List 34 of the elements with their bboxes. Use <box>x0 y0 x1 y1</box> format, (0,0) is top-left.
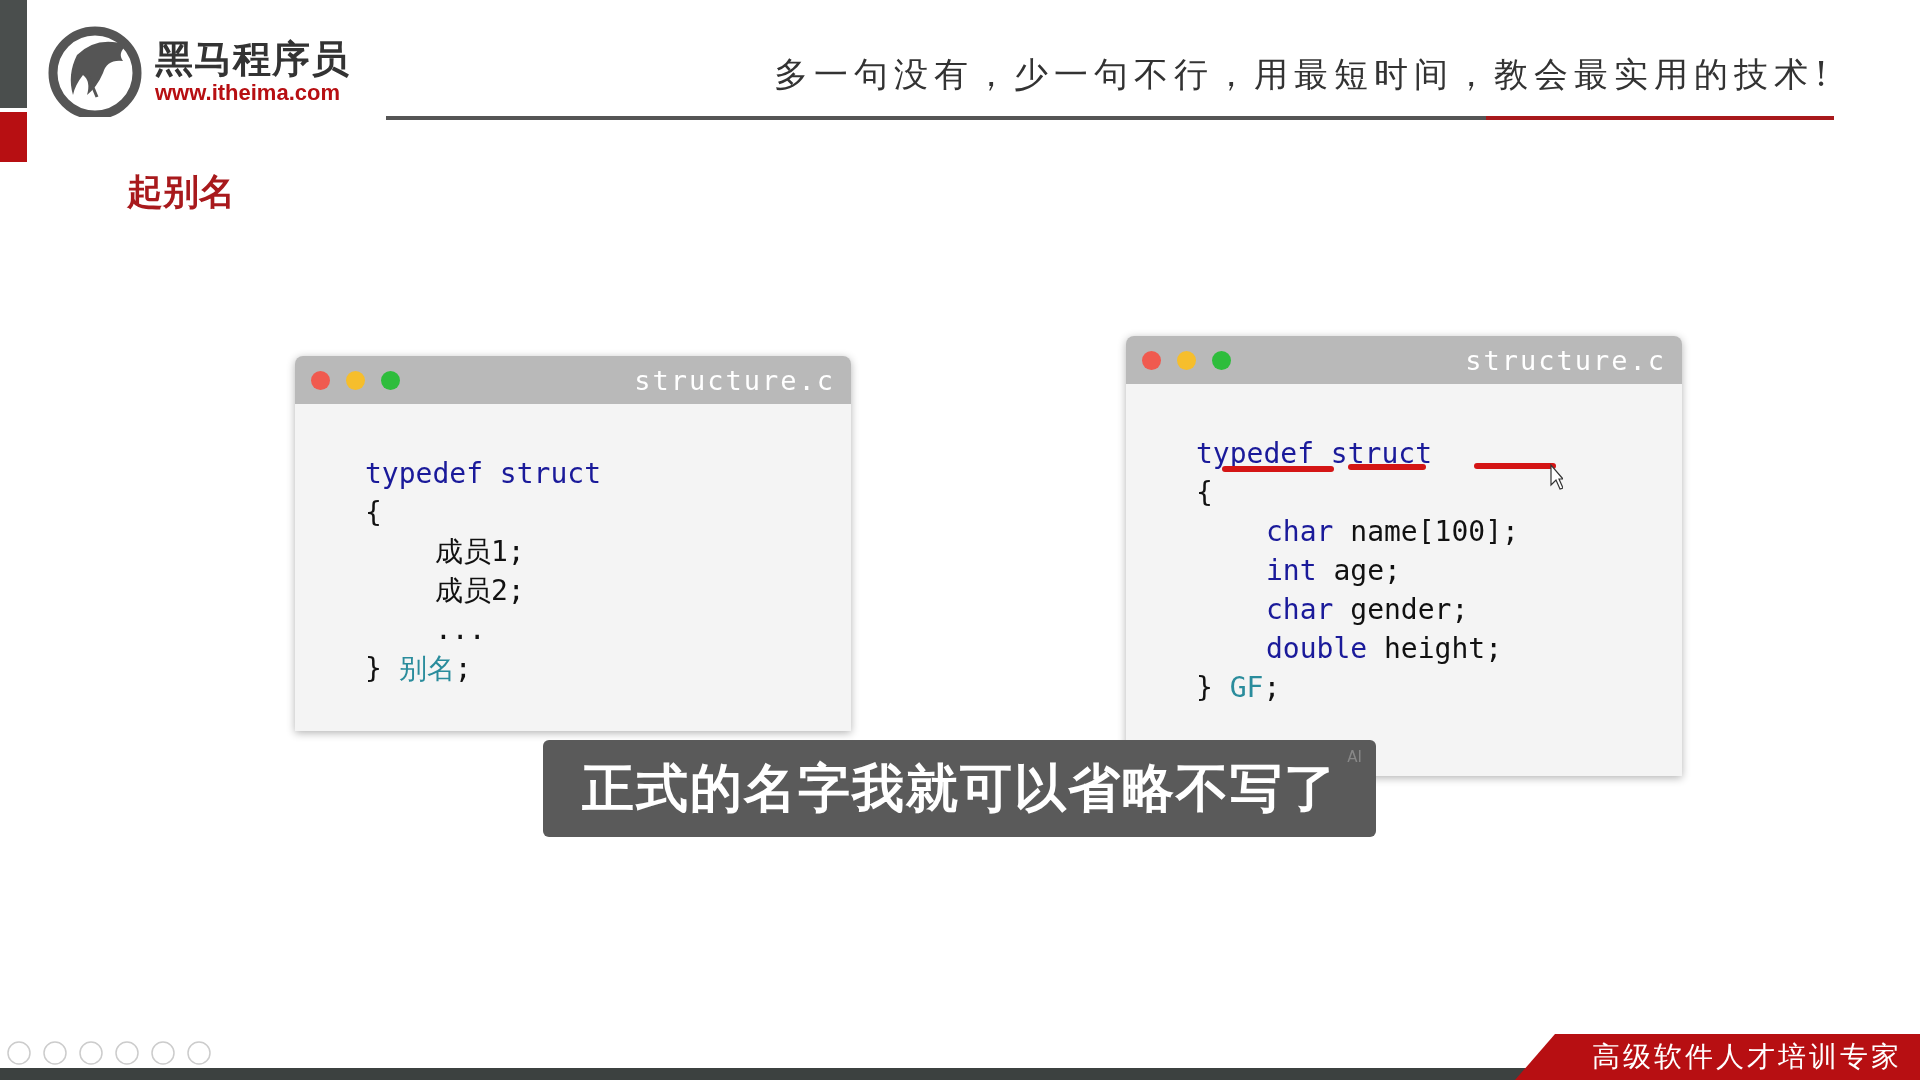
minimize-icon[interactable] <box>1177 350 1196 370</box>
slide-control-icon[interactable] <box>6 1040 32 1066</box>
code-line: double height; <box>1265 631 1502 667</box>
slide-title: 起别名 <box>127 170 236 214</box>
minimize-icon[interactable] <box>346 370 365 390</box>
close-icon[interactable] <box>311 370 330 390</box>
code-line: } GF; <box>1196 670 1281 706</box>
brand-name: 黑马程序员 <box>155 37 350 81</box>
close-icon[interactable] <box>1142 350 1161 370</box>
code-line: int age; <box>1265 553 1401 589</box>
code-line: 成员1; <box>434 534 525 570</box>
code-line: char gender; <box>1265 592 1469 628</box>
code-line: { <box>365 495 382 531</box>
code-line: typedef struct <box>1196 436 1432 472</box>
code-line: 成员2; <box>434 573 525 609</box>
code-line: { <box>1196 475 1213 511</box>
window-title: structure.c <box>634 364 835 396</box>
subtitle-text: 正式的名字我就可以省略不写了 <box>581 756 1338 820</box>
slide-control-icon[interactable] <box>42 1040 68 1066</box>
slide-control-icon[interactable] <box>78 1040 104 1066</box>
code-line: char name[100]; <box>1265 514 1519 550</box>
slide-control-icon[interactable] <box>186 1040 212 1066</box>
slide-control-icon[interactable] <box>150 1040 176 1066</box>
maximize-icon[interactable] <box>381 370 400 390</box>
window-title: structure.c <box>1465 344 1666 376</box>
code-line: typedef struct <box>365 456 601 492</box>
code-line: } 别名; <box>365 651 472 687</box>
side-bar-mark <box>0 112 27 162</box>
banner-text: 高级软件人才培训专家 <box>1592 1039 1902 1075</box>
code-line: ... <box>434 612 486 648</box>
brand-url: www.itheima.com <box>155 81 341 105</box>
slide-control-icon[interactable] <box>114 1040 140 1066</box>
maximize-icon[interactable] <box>1212 350 1231 370</box>
slogan: 多一句没有，少一句不行，用最短时间，教会最实用的技术! <box>774 53 1834 96</box>
